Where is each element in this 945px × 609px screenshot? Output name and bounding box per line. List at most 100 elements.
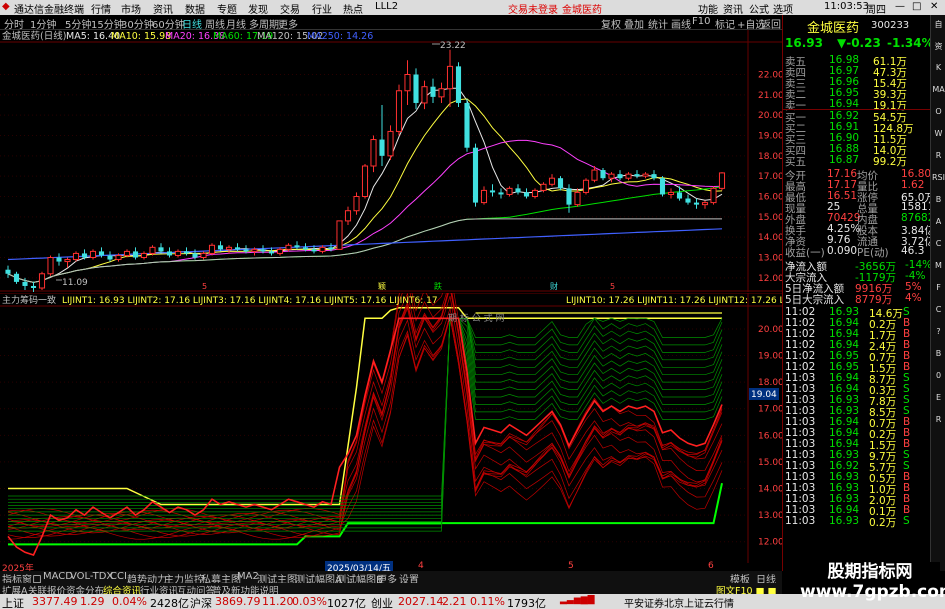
candle[interactable] [38, 271, 46, 291]
candle[interactable] [582, 178, 590, 195]
menu-item-zixun[interactable]: 资讯 [153, 1, 173, 16]
minimize-icon[interactable]: — [895, 1, 905, 12]
strip-tool-button[interactable]: RSI [932, 173, 945, 182]
close-icon[interactable]: ✕ [930, 1, 938, 12]
period-5min[interactable]: 5分钟 [65, 16, 91, 31]
menu-xuanxiang[interactable]: 选项 [773, 1, 793, 16]
tool-tongji[interactable]: 统计 [648, 16, 668, 31]
candle-body [328, 247, 334, 250]
tab-vol[interactable]: VOL-TDX [70, 571, 113, 582]
strip-tool-button[interactable]: R [932, 415, 945, 424]
sz-label[interactable]: 沪深 [190, 595, 212, 609]
candle[interactable] [718, 172, 726, 191]
period-more[interactable]: 更多 [278, 16, 298, 31]
tool-f10[interactable]: F10 [692, 16, 710, 27]
strip-tool-button[interactable]: F [932, 283, 945, 292]
strip-tool-button[interactable]: K [932, 63, 945, 72]
tool-biaoji[interactable]: 标记 [715, 16, 735, 31]
event-mark-5[interactable]: 5 [610, 282, 615, 291]
candle[interactable] [710, 186, 717, 205]
y-tick-label: 14.00 [758, 233, 782, 243]
strip-tool-button[interactable]: W [932, 129, 945, 138]
chip-indicator-chart[interactable]: 20.00 19.00 18.00 17.00 16.00 15.00 14.00 13.00… [0, 293, 782, 563]
menu-item-l2[interactable]: LLL2 [375, 1, 398, 12]
strip-tool-button[interactable]: ? [932, 327, 945, 336]
strip-tool-button[interactable]: MA [932, 85, 945, 94]
candle[interactable] [557, 176, 564, 191]
strip-tool-button[interactable]: A [932, 217, 945, 226]
menu-item-hangqing[interactable]: 行情 [91, 1, 111, 16]
sh-change: 1.29 [80, 595, 105, 608]
menu-item-hangye[interactable]: 行业 [312, 1, 332, 16]
period-fenshi[interactable]: 分时 [4, 16, 24, 31]
y-tick-label: 13.00 [758, 254, 782, 264]
stock-code: 300233 [871, 20, 910, 31]
strip-tool-button[interactable]: 0 [932, 371, 945, 380]
period-daily[interactable]: 日线 [182, 16, 202, 31]
app-logo-icon: ◆ [2, 1, 10, 12]
candle[interactable] [395, 84, 403, 136]
strip-tool-button[interactable]: O [932, 107, 945, 116]
clock-weekday: 周四 [866, 5, 886, 16]
candle[interactable] [47, 255, 54, 276]
menu-item-redian[interactable]: 热点 [343, 1, 363, 16]
strip-tool-button[interactable]: 资 [932, 41, 945, 52]
maximize-icon[interactable]: □ [912, 1, 921, 12]
tool-fuquan[interactable]: 复权 [601, 16, 621, 31]
y-tick-label: 16.00 [758, 193, 782, 203]
menu-item-shichang[interactable]: 市场 [121, 1, 141, 16]
candle-body [617, 174, 623, 179]
period-30min[interactable]: 30分钟 [121, 16, 154, 31]
candle[interactable] [464, 98, 470, 152]
candle[interactable] [336, 220, 343, 250]
candle[interactable] [455, 62, 462, 108]
tick-row: 11:03 16.92 5.7万 S [783, 460, 931, 474]
candle[interactable] [659, 176, 666, 197]
strip-tool-button[interactable]: C [932, 305, 945, 314]
candle[interactable] [413, 68, 419, 110]
menu-item-faxian[interactable]: 发现 [248, 1, 268, 16]
strip-tool-button[interactable]: R [932, 151, 945, 160]
strip-tool-button[interactable]: B [932, 195, 945, 204]
menu-zixun-right[interactable]: 资讯 [723, 1, 743, 16]
tab-cci[interactable]: CCI [110, 571, 127, 582]
period-15min[interactable]: 15分钟 [91, 16, 124, 31]
main-kline-chart[interactable]: 22.00 21.00 20.00 19.00 18.00 17.00 16.00 15.00… [0, 30, 782, 292]
indicator-tabbar: 指标 窗口 MACD VOL-TDX CCI 趋势动力 主力监控 私募主图 MA… [0, 571, 782, 586]
candle-body [531, 189, 539, 197]
y-tick-label: 17.00 [758, 172, 782, 182]
period-monthly[interactable]: 月线 [226, 16, 246, 31]
sh-label[interactable]: 上证 [2, 595, 24, 609]
candle[interactable] [208, 243, 216, 256]
tool-fanhui[interactable]: 返回 [761, 16, 781, 31]
period-multi[interactable]: 多周期 [249, 16, 279, 31]
strip-tool-button[interactable]: C [932, 239, 945, 248]
candle-body [676, 192, 683, 199]
event-mark-1[interactable]: 5 [202, 282, 207, 291]
event-mark-4[interactable]: 财 [550, 281, 558, 291]
tool-diejia[interactable]: 叠加 [624, 16, 644, 31]
period-weekly[interactable]: 周线 [205, 16, 225, 31]
candle[interactable] [361, 163, 369, 199]
candle[interactable] [472, 143, 479, 207]
candle-body [489, 190, 496, 193]
tick-row: 11:02 16.94 0.2万 B [783, 317, 931, 331]
strip-tool-button[interactable]: 自 [932, 19, 945, 30]
trade-login-notice[interactable]: 交易未登录 [508, 1, 558, 16]
event-mark-2[interactable]: 颖 [378, 281, 386, 291]
menu-gongneng[interactable]: 功能 [698, 1, 718, 16]
menu-item-zhuanti[interactable]: 专题 [217, 1, 237, 16]
period-60min[interactable]: 60分钟 [152, 16, 185, 31]
menu-gongshi[interactable]: 公式 [749, 1, 769, 16]
strip-tool-button[interactable]: M [932, 261, 945, 270]
tool-huaxian[interactable]: 画线 [671, 16, 691, 31]
menu-item-shuju[interactable]: 数据 [185, 1, 205, 16]
cy-label[interactable]: 创业 [371, 595, 393, 609]
period-1min[interactable]: 1分钟 [30, 16, 56, 31]
strip-tool-button[interactable]: B [932, 349, 945, 358]
menu-item-jiaoyi[interactable]: 交易 [280, 1, 300, 16]
event-mark-3[interactable]: 跌 [434, 281, 442, 291]
tab-ma2[interactable]: MA2 [237, 571, 259, 582]
tab-macd[interactable]: MACD [43, 571, 73, 582]
strip-tool-button[interactable]: E [932, 393, 945, 402]
